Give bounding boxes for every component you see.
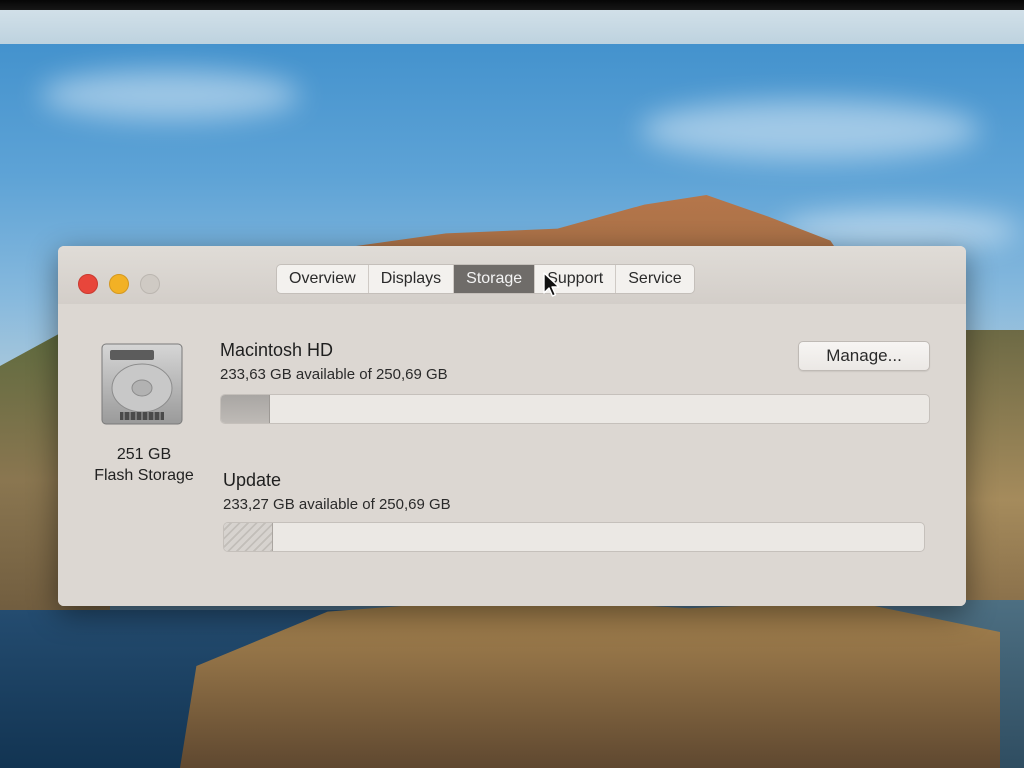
screen: Overview Displays Storage Support Servic… (0, 0, 1024, 768)
close-button[interactable] (78, 274, 98, 294)
about-this-mac-window: Overview Displays Storage Support Servic… (58, 246, 966, 606)
volume-available: 233,27 GB available of 250,69 GB (223, 496, 451, 513)
zoom-button[interactable] (140, 274, 160, 294)
menubar-glow (0, 10, 1024, 44)
hard-drive-icon (100, 342, 184, 426)
storage-bar (220, 394, 930, 424)
manage-button[interactable]: Manage... (798, 341, 930, 371)
cloud (640, 100, 980, 160)
volume-available: 233,63 GB available of 250,69 GB (220, 366, 448, 383)
rock-island (180, 598, 1000, 768)
disk-type: Flash Storage (94, 467, 194, 484)
disk-size: 251 GB (116, 446, 172, 463)
tab-service[interactable]: Service (616, 265, 693, 293)
mouse-pointer-icon (542, 272, 562, 298)
volume-name: Update (223, 470, 282, 490)
volume-name: Macintosh HD (220, 340, 334, 360)
tab-storage[interactable]: Storage (454, 265, 536, 293)
disk-capacity: 251 GB Flash Storage (78, 444, 210, 486)
storage-bar-used (224, 523, 274, 551)
storage-bar (223, 522, 925, 552)
storage-bar-used (221, 395, 271, 423)
tab-overview[interactable]: Overview (277, 265, 369, 293)
titlebar: Overview Displays Storage Support Servic… (58, 246, 966, 305)
cloud (40, 70, 300, 120)
tab-bar: Overview Displays Storage Support Servic… (276, 264, 695, 294)
tab-displays[interactable]: Displays (369, 265, 455, 293)
storage-panel: 251 GB Flash Storage Macintosh HD 233,63… (58, 304, 966, 606)
minimize-button[interactable] (109, 274, 129, 294)
